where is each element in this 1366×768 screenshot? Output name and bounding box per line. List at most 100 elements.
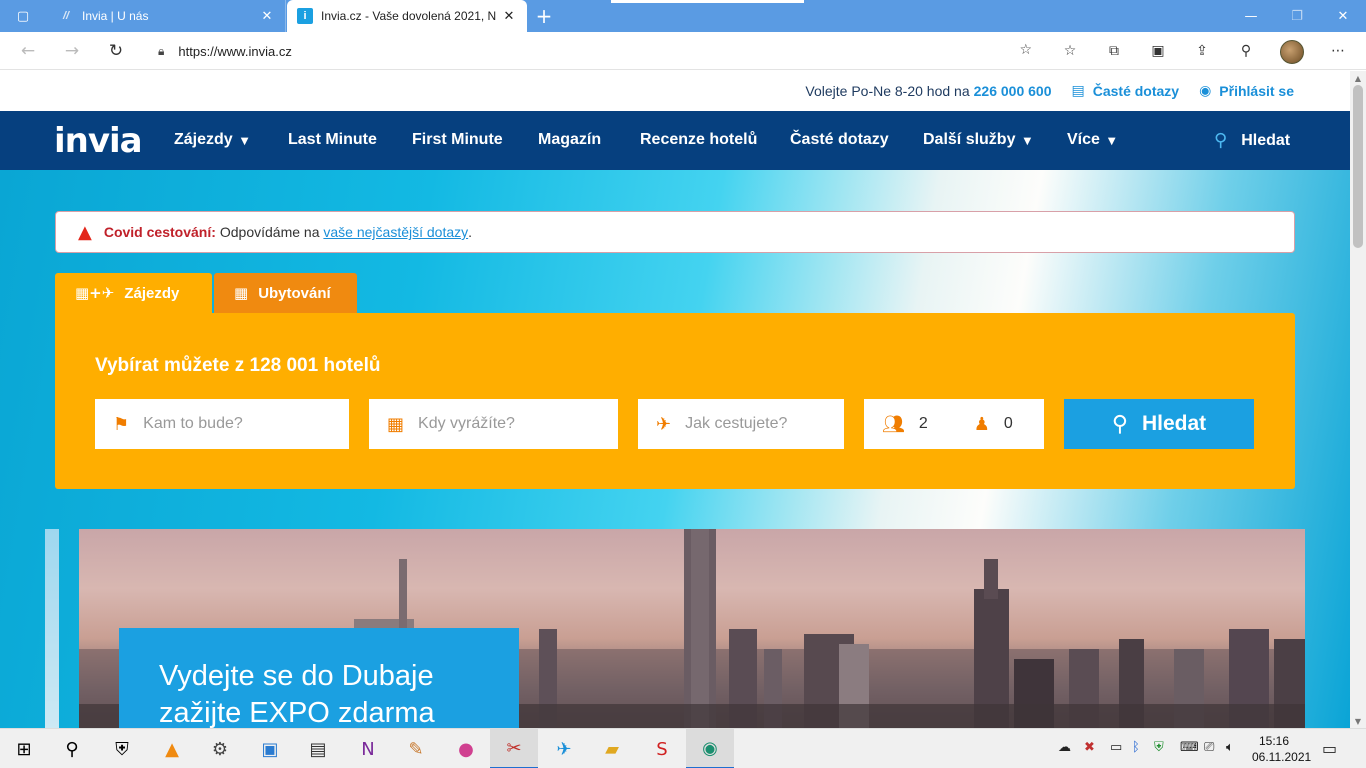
paint-icon[interactable]: ✎	[392, 729, 440, 768]
vlc-icon[interactable]: ▲	[148, 729, 196, 768]
nav-item-faq[interactable]: Časté dotazy	[790, 131, 889, 149]
url-input[interactable]: 🔒︎ https://www.invia.cz ☆	[144, 36, 1042, 66]
nav-item-first-minute[interactable]: First Minute	[412, 131, 503, 149]
search-button-label: Hledat	[1141, 412, 1207, 435]
tab-ubytovani[interactable]: ▦ Ubytování	[214, 273, 357, 313]
page-scrollbar[interactable]: ▲ ▼	[1350, 71, 1366, 728]
notifications-icon[interactable]: ▭	[1322, 739, 1337, 758]
children-count: 0	[1003, 415, 1013, 432]
plane-app-icon[interactable]: ✈	[540, 729, 588, 768]
taskbar-clock[interactable]: 15:16 06.11.2021	[1252, 733, 1311, 765]
cloud-icon[interactable]: ☁	[1058, 740, 1071, 755]
start-icon[interactable]: ⊞	[0, 729, 48, 768]
edge-icon[interactable]: ◉	[686, 729, 734, 768]
nav-item-vice[interactable]: Více ▼	[1067, 131, 1116, 149]
bluetooth-icon[interactable]: ᛒ	[1132, 740, 1140, 755]
scroll-down-icon[interactable]: ▼	[1350, 714, 1366, 728]
browser-tab-1[interactable]: // Invia | U nás ✕	[48, 0, 286, 32]
drop-app-icon[interactable]: ●	[442, 729, 490, 768]
top-info-bar: Volejte Po-Ne 8-20 hod na 226 000 600 ▤ …	[0, 71, 1350, 111]
browser-tab-strip: ▢ // Invia | U nás ✕ i Invia.cz - Vaše d…	[0, 0, 1366, 32]
profile-avatar[interactable]	[1280, 40, 1304, 64]
keyboard-icon[interactable]: ⌨	[1180, 740, 1199, 755]
restore-icon[interactable]: ❐	[1274, 0, 1320, 32]
login-label: Přihlásit se	[1219, 83, 1294, 99]
search-button[interactable]: ⚲ Hledat	[1064, 399, 1254, 449]
chevron-down-icon: ▼	[1023, 136, 1032, 147]
reading-icon[interactable]: ▣	[1147, 40, 1169, 62]
nav-item-last-minute[interactable]: Last Minute	[288, 131, 377, 149]
close-icon[interactable]: ✕	[259, 9, 275, 24]
nav-item-zajezdy[interactable]: Zájezdy ▼	[174, 131, 248, 149]
settings-gear-icon[interactable]: ⚙	[196, 729, 244, 768]
nav-item-recenze[interactable]: Recenze hotelů	[640, 131, 757, 149]
nav-item-dalsi-sluzby[interactable]: Další služby ▼	[923, 131, 1031, 149]
tab-title: Invia | U nás	[82, 9, 149, 23]
browser-tab-2[interactable]: i Invia.cz - Vaše dovolená 2021, N ✕	[287, 0, 527, 32]
search-panel: Vybírat můžete z 128 001 hotelů ⚑ Kam to…	[55, 313, 1295, 489]
promo-box[interactable]: Vydejte se do Dubaje zažijte EXPO zdarma	[119, 628, 519, 728]
destination-field[interactable]: ⚑ Kam to bude?	[95, 399, 349, 449]
travel-placeholder: Jak cestujete?	[685, 415, 788, 432]
travel-mode-field[interactable]: ✈ Jak cestujete?	[638, 399, 844, 449]
login-link[interactable]: ◉ Přihlásit se	[1199, 83, 1294, 99]
chevron-down-icon: ▼	[1107, 136, 1116, 147]
promo-line-2: zažijte EXPO zdarma	[159, 697, 435, 728]
s-app-icon[interactable]: S	[638, 729, 686, 768]
onenote-icon[interactable]: N	[344, 729, 392, 768]
tab-label: Ubytování	[258, 284, 331, 302]
file-explorer-icon[interactable]: ▰	[588, 729, 636, 768]
chat-icon: ▤	[1071, 83, 1085, 99]
nav-label: Další služby	[923, 131, 1016, 148]
user-icon: ◉	[1199, 83, 1212, 99]
tab-actions-icon[interactable]: ▢	[0, 0, 46, 32]
refresh-icon[interactable]: ↻	[100, 36, 132, 66]
invia-i-icon: i	[297, 8, 313, 24]
tab-label: Zájezdy	[124, 284, 180, 302]
share-icon[interactable]: ⇪	[1191, 40, 1213, 62]
invia-logo[interactable]: invia	[54, 121, 143, 161]
covid-faq-link[interactable]: vaše nejčastější dotazy	[323, 224, 468, 240]
favorites-icon[interactable]: ☆	[1059, 40, 1081, 62]
collections-icon[interactable]: ⧉	[1103, 40, 1125, 62]
store-icon[interactable]: ▤	[294, 729, 342, 768]
snip-tool-icon[interactable]: ✂	[490, 729, 538, 768]
add-favorite-icon[interactable]: ☆	[1019, 42, 1032, 58]
more-icon[interactable]: ⋯	[1327, 40, 1349, 62]
web-page: Volejte Po-Ne 8-20 hod na 226 000 600 ▤ …	[0, 71, 1350, 728]
window-close-icon[interactable]: ✕	[1320, 0, 1366, 32]
hours-text: Volejte Po-Ne 8-20 hod na	[805, 83, 970, 99]
carousel-prev-slide[interactable]	[45, 529, 59, 728]
chevron-down-icon: ▼	[240, 136, 249, 147]
search-icon: ⚲	[1111, 411, 1128, 437]
back-icon[interactable]: ←	[12, 36, 44, 66]
minimize-icon[interactable]: —	[1228, 0, 1274, 32]
scroll-up-icon[interactable]: ▲	[1350, 71, 1366, 85]
forward-icon[interactable]: →	[56, 36, 88, 66]
passengers-field[interactable]: 👥︎ 2 ♟ 0	[864, 399, 1044, 449]
clock-time: 15:16	[1258, 734, 1290, 748]
extensions-icon[interactable]: ⚲	[1235, 40, 1257, 62]
security-icon[interactable]: ⛨	[1154, 740, 1164, 755]
phone-link[interactable]: 226 000 600	[974, 83, 1052, 99]
control-panel-icon[interactable]: ▣	[246, 729, 294, 768]
plane-icon: ✈	[656, 413, 672, 435]
volume-icon[interactable]: 🔈︎	[1226, 740, 1234, 755]
display-icon[interactable]: ▭	[1110, 740, 1122, 755]
location-pin-icon: ⚑	[113, 413, 130, 435]
date-field[interactable]: ▦ Kdy vyrážíte?	[369, 399, 618, 449]
new-tab-icon[interactable]: +	[530, 0, 558, 32]
close-icon[interactable]: ✕	[501, 9, 517, 24]
faq-link[interactable]: ▤ Časté dotazy	[1071, 83, 1179, 99]
covid-title: Covid cestování:	[103, 224, 216, 240]
network-warning-icon[interactable]: ✖	[1084, 740, 1095, 755]
lock-icon: 🔒︎	[158, 43, 165, 58]
scroll-thumb[interactable]	[1353, 85, 1363, 248]
invia-slash-icon: //	[62, 10, 70, 22]
nav-item-magazin[interactable]: Magazín	[538, 131, 601, 149]
ethernet-icon[interactable]: ⎚	[1204, 740, 1214, 755]
nav-search-button[interactable]: ⚲ Hledat	[1214, 130, 1290, 151]
shield-icon[interactable]: ⛨	[98, 729, 146, 768]
search-icon[interactable]: ⚲	[48, 729, 96, 768]
tab-zajezdy[interactable]: ▦+✈ Zájezdy	[55, 273, 212, 313]
